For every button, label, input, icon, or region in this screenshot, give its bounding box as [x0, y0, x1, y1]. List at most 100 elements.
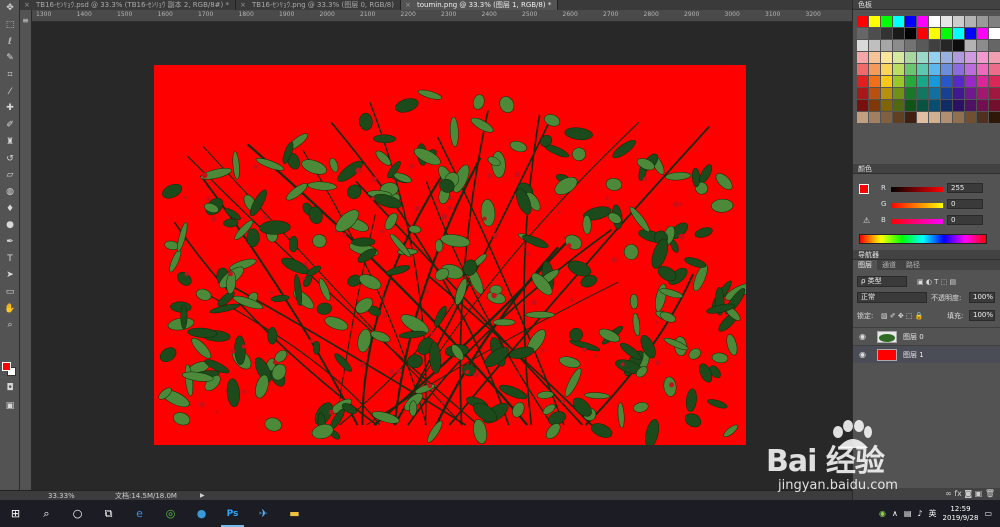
color-swatch[interactable]	[941, 40, 952, 51]
r-value-input[interactable]: 255	[947, 183, 983, 193]
color-swatch[interactable]	[965, 76, 976, 87]
color-swatch[interactable]	[893, 100, 904, 111]
color-swatch[interactable]	[905, 40, 916, 51]
browser-360-icon[interactable]: ◎	[155, 500, 186, 527]
network-icon[interactable]: ▤	[904, 509, 912, 518]
lasso-tool-icon[interactable]: ℓ	[0, 33, 20, 50]
windows-start-icon[interactable]: ⊞	[0, 500, 31, 527]
color-swatch[interactable]	[857, 112, 868, 123]
color-swatch[interactable]	[989, 16, 1000, 27]
healing-brush-tool-icon[interactable]: ✚	[0, 100, 20, 117]
file-explorer-icon[interactable]: ▬	[279, 500, 310, 527]
color-swatch[interactable]	[917, 40, 928, 51]
color-swatch[interactable]	[929, 40, 940, 51]
color-swatch[interactable]	[905, 100, 916, 111]
color-swatch[interactable]	[881, 40, 892, 51]
history-brush-tool-icon[interactable]: ↺	[0, 150, 20, 167]
r-slider[interactable]: R 255	[881, 183, 997, 196]
tab-document-2[interactable]: × TB16-ｾﾝﾘｮｳ.png @ 33.3% (图层 0, RGB/8)	[236, 0, 401, 10]
opacity-input[interactable]: 100%	[969, 292, 995, 303]
rectangle-tool-icon[interactable]: ▭	[0, 284, 20, 301]
screen-mode-icon[interactable]: ▣	[0, 398, 20, 415]
color-swatch[interactable]	[917, 88, 928, 99]
move-tool-icon[interactable]: ✥	[0, 0, 20, 17]
color-swatch[interactable]	[989, 76, 1000, 87]
lock-icons[interactable]: ▨ ✐ ✥ ⬚ 🔒	[881, 310, 924, 322]
ie-browser-icon[interactable]: ●	[186, 500, 217, 527]
color-swatch[interactable]	[989, 64, 1000, 75]
color-swatch[interactable]	[941, 16, 952, 27]
kind-filter-select[interactable]: ρ 类型	[857, 276, 907, 287]
close-icon[interactable]: ×	[405, 0, 411, 10]
canvas-workspace[interactable]	[32, 22, 852, 490]
color-swatch[interactable]	[989, 52, 1000, 63]
color-swatch[interactable]	[881, 28, 892, 39]
clock[interactable]: 12:59 2019/9/28	[943, 505, 979, 523]
color-swatch[interactable]	[905, 28, 916, 39]
volume-icon[interactable]: ♪	[917, 509, 922, 518]
type-tool-icon[interactable]: T	[0, 250, 20, 267]
color-swatch[interactable]	[869, 28, 880, 39]
close-icon[interactable]: ×	[240, 0, 246, 10]
color-swatch[interactable]	[977, 112, 988, 123]
quick-select-tool-icon[interactable]: ✎	[0, 50, 20, 67]
color-swatch[interactable]	[893, 28, 904, 39]
quick-mask-icon[interactable]: ◘	[0, 380, 20, 397]
color-swatch[interactable]	[857, 40, 868, 51]
tab-document-1[interactable]: × TB16-ｾﾝﾘｮｳ.psd @ 33.3% (TB16-ｾﾝﾘｮｳ 副本 2…	[20, 0, 237, 10]
color-swatch[interactable]	[857, 52, 868, 63]
color-swatch[interactable]	[905, 76, 916, 87]
color-swatch[interactable]	[857, 76, 868, 87]
color-swatch[interactable]	[929, 16, 940, 27]
layer-row[interactable]: ◉ 图层 1	[853, 345, 1000, 363]
dodge-tool-icon[interactable]: ●	[0, 217, 20, 234]
color-swatch[interactable]	[977, 16, 988, 27]
bird-app-icon[interactable]: ✈	[248, 500, 279, 527]
color-swatch[interactable]	[989, 100, 1000, 111]
color-swatch[interactable]	[917, 100, 928, 111]
stamp-tool-icon[interactable]: ♜	[0, 134, 20, 151]
color-swatch[interactable]	[881, 112, 892, 123]
color-swatch[interactable]	[881, 76, 892, 87]
color-swatch[interactable]	[917, 64, 928, 75]
tray-arrow-icon[interactable]: ∧	[892, 509, 898, 518]
fill-input[interactable]: 100%	[969, 310, 995, 321]
eye-icon[interactable]: ◉	[859, 328, 866, 346]
foreground-color-swatch[interactable]	[2, 362, 11, 371]
color-swatch[interactable]	[917, 52, 928, 63]
color-swatch[interactable]	[893, 52, 904, 63]
color-swatch[interactable]	[929, 100, 940, 111]
color-swatch[interactable]	[965, 52, 976, 63]
color-swatch[interactable]	[857, 100, 868, 111]
color-swatch[interactable]	[989, 112, 1000, 123]
paint-bucket-tool-icon[interactable]: ◍	[0, 184, 20, 201]
blend-mode-select[interactable]: 正常	[857, 292, 927, 303]
color-swatch[interactable]	[881, 64, 892, 75]
color-swatch[interactable]	[965, 100, 976, 111]
close-icon[interactable]: ×	[24, 0, 30, 10]
color-swatch[interactable]	[881, 16, 892, 27]
color-swatch[interactable]	[965, 28, 976, 39]
color-swatch[interactable]	[893, 76, 904, 87]
color-swatch[interactable]	[869, 112, 880, 123]
color-swatch[interactable]	[941, 52, 952, 63]
layer-row[interactable]: ◉ 图层 0	[853, 327, 1000, 345]
color-swatch[interactable]	[977, 88, 988, 99]
color-swatch[interactable]	[905, 64, 916, 75]
color-swatch[interactable]	[869, 100, 880, 111]
color-swatch[interactable]	[989, 40, 1000, 51]
color-swatch[interactable]	[989, 88, 1000, 99]
color-swatch[interactable]	[965, 88, 976, 99]
color-swatch[interactable]	[941, 76, 952, 87]
document-canvas[interactable]	[154, 65, 746, 445]
color-swatch[interactable]	[893, 40, 904, 51]
color-swatch[interactable]	[893, 112, 904, 123]
color-swatch[interactable]	[941, 64, 952, 75]
cortana-icon[interactable]: ○	[62, 500, 93, 527]
color-swatch[interactable]	[893, 88, 904, 99]
color-swatch[interactable]	[965, 16, 976, 27]
color-swatch[interactable]	[869, 76, 880, 87]
color-swatch[interactable]	[977, 40, 988, 51]
edge-browser-icon[interactable]: e	[124, 500, 155, 527]
color-swatch[interactable]	[977, 28, 988, 39]
